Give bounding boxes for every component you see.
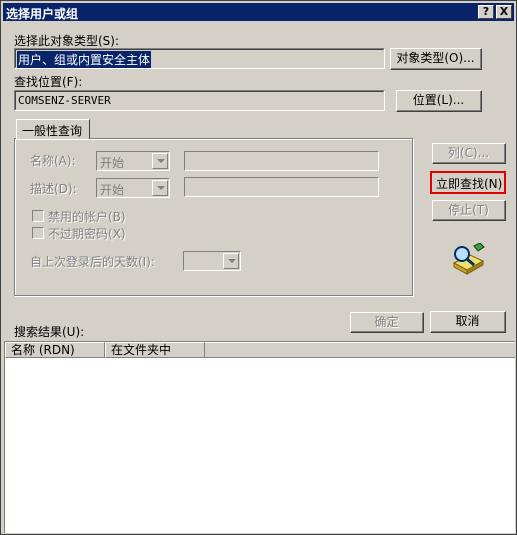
location-value: COMSENZ-SERVER	[18, 94, 111, 107]
search-results-label: 搜索结果(U):	[14, 325, 85, 339]
days-since-logon-label: 自上次登录后的天数(I):	[30, 255, 155, 269]
chevron-down-icon	[152, 180, 168, 196]
stop-button-label: 停止(T)	[433, 201, 505, 220]
disabled-accounts-label: 禁用的帐户(B)	[48, 210, 126, 224]
name-input[interactable]	[184, 151, 379, 171]
disabled-accounts-checkbox[interactable]	[32, 210, 44, 222]
object-type-value: 用户、组或内置安全主体	[17, 51, 152, 68]
help-icon[interactable]: ?	[478, 5, 494, 19]
stop-button[interactable]: 停止(T)	[432, 200, 506, 221]
chevron-down-icon	[223, 253, 239, 269]
column-header-name[interactable]: 名称 (RDN)	[5, 342, 105, 358]
tab-general-query[interactable]: 一般性查询	[16, 119, 90, 139]
days-since-logon-select[interactable]	[183, 251, 241, 271]
location-label: 查找位置(F):	[14, 75, 83, 89]
description-label: 描述(D):	[30, 182, 77, 196]
description-mode-value: 开始	[100, 183, 125, 197]
dialog-window: 选择用户或组 ? X 选择此对象类型(S): 用户、组或内置安全主体 对象类型(…	[0, 0, 517, 535]
object-type-field: 用户、组或内置安全主体	[14, 48, 385, 69]
locations-button[interactable]: 位置(L)...	[396, 90, 482, 112]
close-icon[interactable]: X	[496, 5, 512, 19]
tab-label: 一般性查询	[22, 124, 83, 138]
search-folder-icon	[452, 243, 485, 275]
object-type-label: 选择此对象类型(S):	[14, 34, 120, 48]
name-label: 名称(A):	[30, 154, 76, 168]
find-now-button[interactable]: 立即查找(N)	[430, 171, 506, 194]
ok-button[interactable]: 确定	[350, 312, 424, 333]
object-types-button[interactable]: 对象类型(O)...	[390, 48, 482, 70]
locations-button-label: 位置(L)...	[397, 91, 481, 111]
columns-button[interactable]: 列(C)...	[432, 143, 506, 164]
description-input[interactable]	[184, 177, 379, 197]
name-mode-select[interactable]: 开始	[96, 151, 170, 171]
find-now-button-label: 立即查找(N)	[436, 177, 503, 191]
chevron-down-icon	[152, 153, 168, 169]
non-expiring-password-checkbox[interactable]	[32, 227, 44, 239]
description-mode-select[interactable]: 开始	[96, 178, 170, 198]
non-expiring-password-label: 不过期密码(X)	[48, 227, 126, 241]
columns-button-label: 列(C)...	[433, 144, 505, 163]
cancel-button[interactable]: 取消	[430, 311, 506, 333]
search-results-list[interactable]: 名称 (RDN) 在文件夹中	[4, 341, 515, 533]
column-header-filler	[205, 342, 515, 358]
window-title: 选择用户或组	[6, 7, 79, 21]
title-bar: 选择用户或组 ? X	[3, 3, 514, 21]
column-header-folder[interactable]: 在文件夹中	[105, 342, 205, 358]
object-types-button-label: 对象类型(O)...	[391, 49, 481, 69]
ok-button-label: 确定	[351, 313, 423, 332]
location-field: COMSENZ-SERVER	[14, 90, 385, 111]
name-mode-value: 开始	[100, 156, 125, 170]
cancel-button-label: 取消	[431, 312, 505, 332]
